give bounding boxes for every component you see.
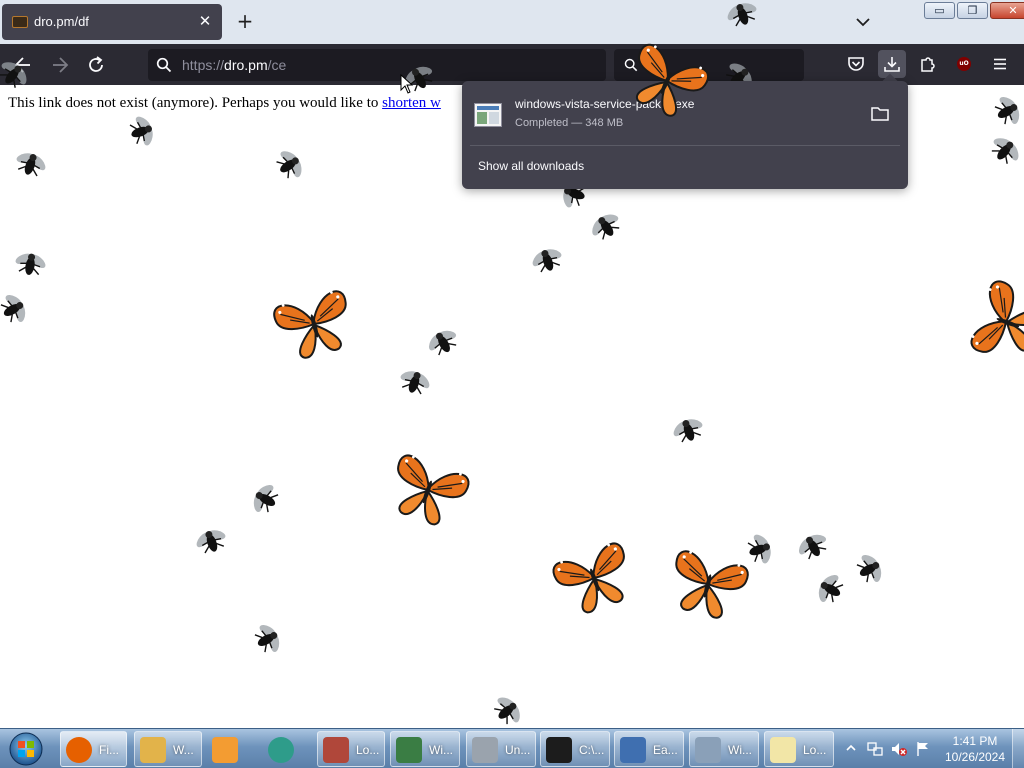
network-icon[interactable]: [866, 740, 884, 758]
downloads-button[interactable]: [878, 50, 906, 78]
tab-active[interactable]: dro.pm/df ✕: [2, 4, 222, 40]
hamburger-menu-icon: [994, 58, 1006, 70]
search-bar[interactable]: [614, 49, 804, 81]
url-host: dro.pm: [224, 57, 268, 73]
tab-title: dro.pm/df: [34, 14, 89, 29]
7zip-icon: [546, 737, 572, 763]
volume-muted-icon[interactable]: [890, 740, 908, 758]
show-hidden-icons-icon[interactable]: [846, 743, 856, 753]
show-all-downloads-button[interactable]: Show all downloads: [478, 159, 584, 173]
minimize-button[interactable]: ▭: [924, 2, 955, 19]
taskbar-button-label: Un...: [505, 743, 531, 757]
app-menu-button[interactable]: [986, 50, 1014, 78]
windows-app-icon: [396, 737, 422, 763]
back-arrow-icon[interactable]: [12, 54, 34, 76]
messenger-icon: [268, 737, 294, 763]
puzzle-piece-icon: [921, 57, 935, 72]
taskbar-button[interactable]: Fi...: [60, 731, 127, 767]
system-clock[interactable]: 1:41 PM 10/26/2024: [940, 733, 1010, 765]
notepad-icon: [770, 737, 796, 763]
list-all-tabs-icon[interactable]: [852, 12, 874, 32]
system-tray: [842, 729, 938, 768]
reload-icon[interactable]: [85, 54, 107, 76]
action-center-flag-icon[interactable]: [914, 740, 932, 758]
close-icon: ✕: [1008, 4, 1018, 17]
taskbar-button[interactable]: [262, 731, 314, 767]
open-folder-icon[interactable]: [868, 103, 892, 125]
explorer-folder-icon: [140, 737, 166, 763]
taskbar-button-label: Wi...: [728, 743, 752, 757]
clock-date: 10/26/2024: [944, 750, 1006, 764]
not-found-message: This link does not exist (anymore). Perh…: [8, 95, 441, 112]
download-icon: [884, 57, 900, 72]
download-status: Completed — 348 MB: [515, 117, 624, 129]
download-file-name: windows-vista-service-pack-2.exe: [515, 97, 695, 111]
taskbar-button[interactable]: Un...: [466, 731, 536, 767]
download-item[interactable]: windows-vista-service-pack-2.exe Complet…: [462, 81, 908, 143]
close-window-button[interactable]: ✕: [990, 2, 1024, 19]
show-desktop-button[interactable]: [1012, 729, 1024, 768]
extensions-button[interactable]: [914, 50, 942, 78]
taskbar-button[interactable]: W...: [134, 731, 202, 767]
taskbar-button[interactable]: Lo...: [317, 731, 385, 767]
search-bar-icon: [624, 58, 638, 72]
url-scheme: https://: [182, 57, 225, 73]
url-bar[interactable]: https://dro.pm/ce: [148, 49, 606, 81]
search-icon: [156, 57, 172, 73]
installer-icon: [323, 737, 349, 763]
taskbar-button-label: C:\...: [579, 743, 605, 757]
taskbar-button[interactable]: Lo...: [764, 731, 834, 767]
taskbar-button-label: W...: [173, 743, 194, 757]
url-path: /ce: [267, 57, 287, 73]
firefox-icon: [66, 737, 92, 763]
tab-close-button[interactable]: ✕: [196, 12, 214, 30]
taskbar-button[interactable]: Ea...: [614, 731, 684, 767]
taskbar-button[interactable]: C:\...: [540, 731, 610, 767]
site-favicon-icon: [12, 16, 28, 28]
navigation-toolbar: https://dro.pm/ce uO: [0, 44, 1024, 85]
minimize-icon: ▭: [934, 4, 945, 17]
pocket-button[interactable]: [842, 50, 870, 78]
taskbar-button-label: Fi...: [99, 743, 119, 757]
forward-arrow-icon[interactable]: [49, 54, 71, 76]
taskbar-button[interactable]: Wi...: [390, 731, 460, 767]
tab-strip: dro.pm/df ✕ + ▭ ❐ ✕: [0, 0, 1024, 44]
taskbar-button[interactable]: Wi...: [689, 731, 759, 767]
ublock-origin-icon: uO: [957, 57, 971, 71]
restore-button[interactable]: ❐: [957, 2, 988, 19]
exe-file-icon: [474, 103, 502, 127]
taskbar-button-label: Lo...: [803, 743, 827, 757]
restore-icon: ❐: [967, 4, 978, 17]
shorten-link[interactable]: shorten w: [382, 95, 441, 111]
clock-time: 1:41 PM: [952, 734, 998, 748]
url-text[interactable]: https://dro.pm/ce: [182, 57, 286, 73]
uninstall-icon: [472, 737, 498, 763]
taskbar-button-label: Wi...: [429, 743, 453, 757]
taskbar: Fi... W... Lo... Wi... Un... C:\... Ea... Wi...…: [0, 728, 1024, 768]
media-player-icon: [212, 737, 238, 763]
downloads-panel: windows-vista-service-pack-2.exe Complet…: [462, 81, 908, 189]
windows-update-icon: [695, 737, 721, 763]
window-controls: ▭ ❐ ✕: [924, 2, 1024, 20]
ublock-origin-button[interactable]: uO: [950, 50, 978, 78]
taskbar-button-label: Lo...: [356, 743, 380, 757]
start-button-icon[interactable]: [6, 732, 46, 766]
message-text: This link does not exist (anymore). Perh…: [8, 95, 383, 111]
panel-divider: [470, 145, 900, 146]
taskbar-button[interactable]: [206, 731, 258, 767]
taskbar-button-label: Ea...: [653, 743, 678, 757]
new-tab-button[interactable]: +: [234, 10, 256, 32]
pocket-icon: [848, 57, 864, 71]
easy-transfer-icon: [620, 737, 646, 763]
